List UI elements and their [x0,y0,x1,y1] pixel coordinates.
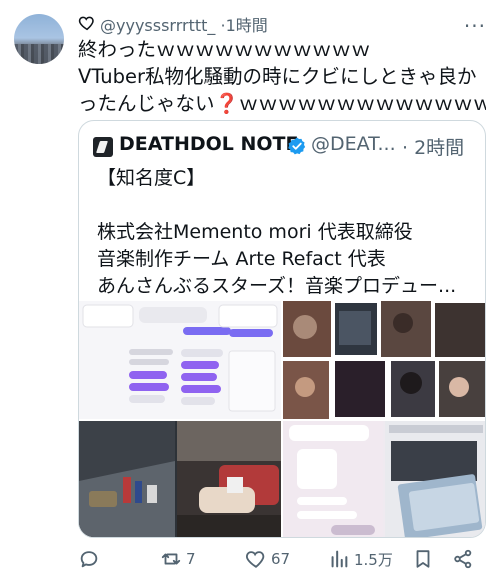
quoted-author-avatar[interactable] [93,137,113,157]
quoted-text-line [97,192,475,219]
retweet-count: 7 [186,550,196,568]
quoted-text-line: 音楽制作チーム Arte Refact 代表 [97,248,386,270]
views-button[interactable]: 1.5万 [328,548,393,570]
quoted-tweet-time[interactable]: · 2時間 [402,133,464,160]
tweet-text-line: ったんじゃない❓ｗｗｗｗｗｗｗｗｗｗｗｗｗ [78,92,486,115]
quoted-text-line: 【知名度C】 [97,167,206,189]
retweet-icon [161,553,181,565]
tweet-time: 1時間 [225,16,268,35]
retweet-button[interactable]: 7 [160,548,196,570]
tweet-actions-bar: 7 67 1.5万 [0,540,500,580]
media-image-chat-and-tickets[interactable] [283,421,485,537]
author-handle[interactable]: @yyysssrrrttt_ ·1時間 [100,12,268,36]
verified-badge-icon [288,137,306,155]
views-count: 1.5万 [354,550,393,569]
share-button[interactable] [452,548,474,570]
tweet-text-line: VTuber私物化騒動の時にクビにしときゃ良か [78,65,477,88]
views-chart-icon [331,550,348,568]
question-emoji: ❓ [214,92,239,115]
media-image-room-photos[interactable] [79,421,281,537]
bookmark-icon [416,550,430,568]
heart-icon [78,16,94,31]
quoted-author-handle[interactable]: @DEAT... [311,133,396,155]
like-heart-icon [246,551,265,568]
tweet-text-line: 終わったｗｗｗｗｗｗｗｗｗｗｗ [78,38,371,61]
reply-icon [80,551,98,568]
like-button[interactable]: 67 [245,548,290,570]
quoted-author-name[interactable]: DEATHDOL NOTE [119,133,298,155]
share-icon [454,549,472,569]
media-image-chat-screenshots[interactable] [79,301,281,419]
more-options-button[interactable]: ··· [464,14,486,38]
like-count: 67 [271,550,291,568]
tweet-text: 終わったｗｗｗｗｗｗｗｗｗｗｗ VTuber私物化騒動の時にクビにしときゃ良か … [78,36,486,117]
quoted-tweet-text: 【知名度C】 株式会社Memento mori 代表取締役 音楽制作チーム Ar… [97,165,475,300]
media-image-photo-collage[interactable] [283,301,485,419]
quoted-text-line: 株式会社Memento mori 代表取締役 [97,221,413,243]
reply-button[interactable] [78,548,104,570]
quoted-tweet-card[interactable]: DEATHDOL NOTE @DEAT... · 2時間 【知名度C】 株式会社… [78,120,486,538]
quoted-text-line: あんさんぶるスターズ！音楽プロデュー... [97,275,457,297]
bookmark-button[interactable] [412,548,434,570]
author-avatar[interactable] [14,14,64,64]
